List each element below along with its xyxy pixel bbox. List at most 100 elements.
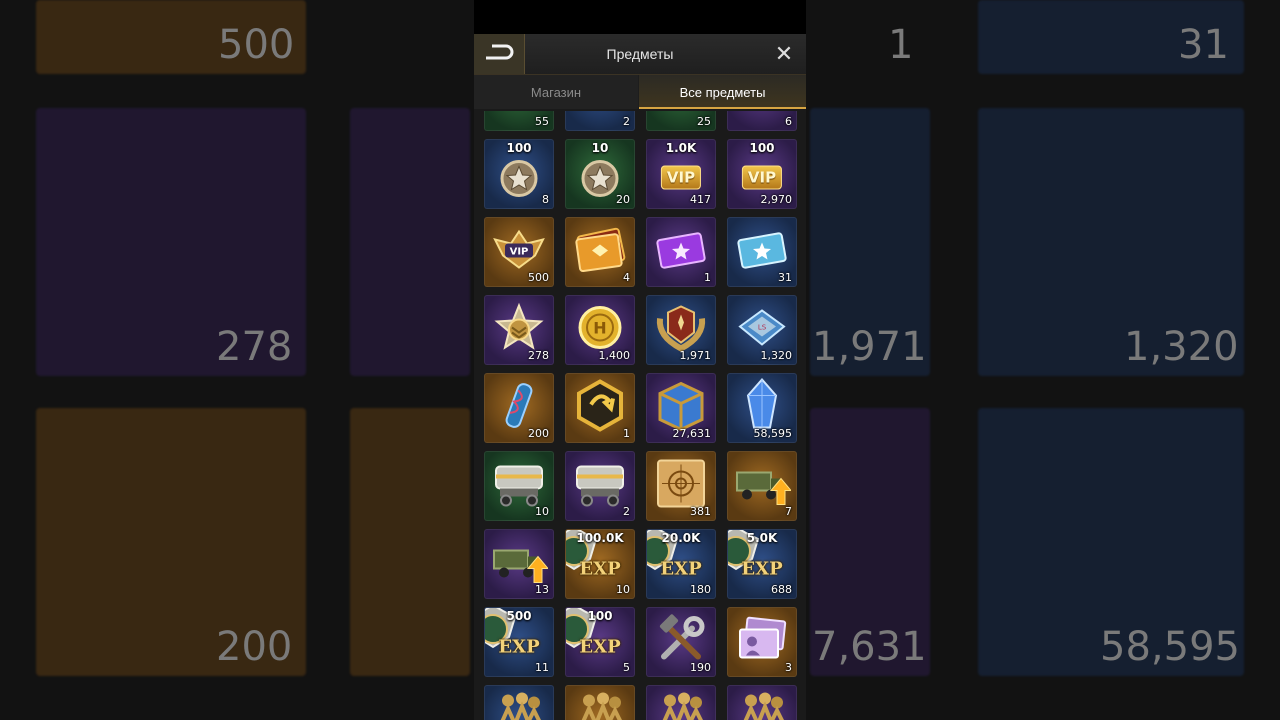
exp-label: EXP [660,558,702,580]
blue-ticket-icon [734,227,790,278]
background-count: 1 [888,22,914,68]
item-count: 500 [528,271,549,284]
item-slot[interactable] [646,685,716,720]
item-slot[interactable]: 1 [646,217,716,287]
item-slot[interactable]: 58,595 [727,373,797,443]
item-slot[interactable]: EXP 20.0K 180 [646,529,716,599]
background-count: 200 [216,624,293,670]
item-count: 10 [616,583,630,596]
photo-cards-icon [734,616,790,669]
background-count: 58,595 [1100,624,1240,670]
item-slot[interactable]: VIP 500 [484,217,554,287]
item-slot[interactable]: 2 [565,451,635,521]
item-slot[interactable]: 1,971 [646,295,716,365]
header-bar: Предметы ✕ [474,34,806,75]
item-count: 1,971 [679,349,712,362]
item-slot[interactable]: H 1,400 [565,295,635,365]
item-count: 2 [623,115,630,128]
amount-badge: 100 [506,141,532,155]
item-count: 3 [785,661,792,674]
item-count: 688 [771,583,792,596]
item-count: 417 [690,193,711,206]
background-tile [350,108,470,376]
item-slot[interactable]: EXP 500 11 [484,607,554,677]
item-slot[interactable]: 4 [565,217,635,287]
item-count: 10 [535,505,549,518]
item-slot[interactable]: LS 1,320 [727,295,797,365]
item-slot[interactable]: 278 [484,295,554,365]
amount-badge: 100 [749,141,775,155]
item-slot[interactable]: 200 [484,373,554,443]
item-count: 200 [528,427,549,440]
gold-ticket-icon [572,227,628,278]
page-title: Предметы [606,46,674,62]
item-count: 7 [785,505,792,518]
item-count: 1 [704,271,711,284]
exp-label: EXP [579,558,621,580]
item-count: 27,631 [672,427,712,440]
item-slot[interactable]: 6 [727,111,797,131]
soldiers-icon [573,687,627,720]
item-slot[interactable]: 31 [727,217,797,287]
background-count: 278 [216,324,293,370]
item-slot[interactable]: 55 [484,111,554,131]
hexagon-emblem-icon [575,379,625,438]
item-count: 190 [690,661,711,674]
back-arrow-icon [484,42,514,67]
vip-label: VIP [741,165,783,190]
amount-badge: 20.0K [661,531,701,545]
blue-plate-icon: LS [734,305,790,356]
item-count: 1 [623,427,630,440]
item-slot[interactable]: 2 [565,111,635,131]
item-slot[interactable]: 10 20 [565,139,635,209]
item-slot[interactable]: EXP 100 5 [565,607,635,677]
soldiers-icon [735,687,789,720]
item-slot[interactable] [727,685,797,720]
soldiers-icon [654,687,708,720]
item-slot[interactable] [484,685,554,720]
item-slot[interactable]: 7 [727,451,797,521]
item-slot[interactable] [565,685,635,720]
background-count: 1,320 [1124,324,1239,370]
exp-book-icon: EXP [566,608,626,670]
background-count: 500 [218,22,295,68]
item-slot[interactable]: EXP 5.0K 688 [727,529,797,599]
close-button[interactable]: ✕ [770,40,798,68]
item-slot[interactable]: VIP 1.0K 417 [646,139,716,209]
item-count: 1,320 [760,349,793,362]
amount-badge: 5.0K [746,531,778,545]
item-count: 58,595 [753,427,793,440]
tab-shop[interactable]: Магазин [474,75,638,109]
item-slot[interactable]: 190 [646,607,716,677]
purple-ticket-icon [653,227,709,278]
item-slot[interactable]: 25 [646,111,716,131]
item-count: 2 [623,505,630,518]
amount-badge: 1.0K [665,141,697,155]
item-count: 8 [542,193,549,206]
item-slot[interactable]: 381 [646,451,716,521]
item-slot[interactable]: 100 8 [484,139,554,209]
item-slot[interactable]: 10 [484,451,554,521]
amount-badge: 500 [506,609,532,623]
svg-text:H: H [593,319,606,338]
background-count: 7,631 [812,624,927,670]
item-grid[interactable]: 55 2 25 6 100 8 10 20 VIP 1.0K 417 VIP 100 2,970 VIP 50… [474,111,806,720]
supply-truck-icon [571,459,629,514]
background-count: 1,971 [812,324,927,370]
item-slot[interactable]: EXP 100.0K 10 [565,529,635,599]
item-count: 6 [785,115,792,128]
amount-badge: 100.0K [576,531,624,545]
item-slot[interactable]: 3 [727,607,797,677]
svg-text:VIP: VIP [510,247,529,258]
item-slot[interactable]: 27,631 [646,373,716,443]
tab-bar: Магазин Все предметы [474,75,806,109]
item-slot[interactable]: VIP 100 2,970 [727,139,797,209]
item-count: 31 [778,271,792,284]
amount-badge: 10 [591,141,609,155]
item-slot[interactable]: 13 [484,529,554,599]
item-slot[interactable]: 1 [565,373,635,443]
game-window: Предметы ✕ Магазин Все предметы 55 2 25 6 10… [474,0,806,720]
tab-all-items[interactable]: Все предметы [639,75,806,109]
close-icon: ✕ [774,41,794,66]
back-button[interactable] [474,34,525,74]
